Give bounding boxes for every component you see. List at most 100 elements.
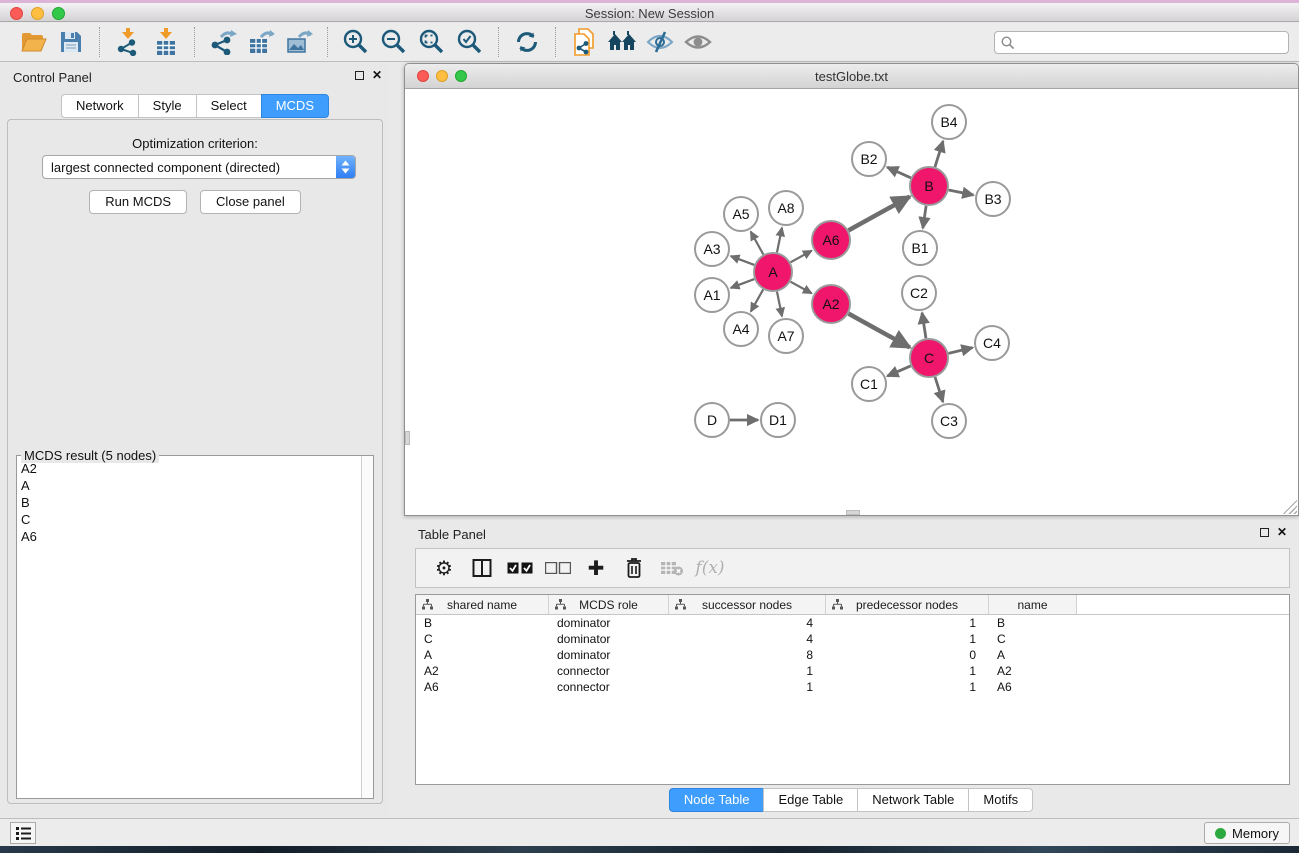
graph-node-A8[interactable]: A8 [769,191,803,225]
table-cell[interactable]: 8 [669,647,826,663]
table-cell[interactable]: A6 [416,679,549,695]
graph-node-A5[interactable]: A5 [724,197,758,231]
network-graph[interactable]: AA1A3A4A5A7A8A6A2BB1B2B3B4CC1C2C3C4DD1 [406,90,1297,515]
show-graphics-eye-icon[interactable] [679,26,717,58]
graph-node-A7[interactable]: A7 [769,319,803,353]
table-cell[interactable]: B [416,615,549,631]
table-cell[interactable]: 1 [669,663,826,679]
table-cell[interactable]: 1 [826,663,989,679]
resize-grip-icon[interactable] [1283,500,1297,514]
close-panel-icon[interactable]: ✕ [372,70,382,81]
table-row[interactable]: A6connector11A6 [416,679,1289,695]
refresh-view-icon[interactable] [508,26,546,58]
tab-style[interactable]: Style [138,94,196,118]
graph-node-A1[interactable]: A1 [695,278,729,312]
graph-edge-A-A4[interactable] [751,289,763,311]
select-all-columns-icon[interactable] [502,551,538,585]
tab-mcds[interactable]: MCDS [261,94,329,118]
graph-node-A6[interactable]: A6 [812,221,850,259]
table-cell[interactable]: A [989,647,1077,663]
hide-graphics-eye-icon[interactable] [641,26,679,58]
graph-node-B3[interactable]: B3 [976,182,1010,216]
memory-button[interactable]: Memory [1204,822,1290,844]
graph-edge-B-B1[interactable] [923,206,926,228]
graph-edge-B-B3[interactable] [949,190,974,195]
tab-network-table[interactable]: Network Table [857,788,968,812]
column-header-successor-nodes[interactable]: successor nodes [669,595,826,614]
table-cell[interactable]: dominator [549,615,669,631]
table-cell[interactable]: C [989,631,1077,647]
tab-motifs[interactable]: Motifs [968,788,1033,812]
graph-edge-A-A1[interactable] [731,279,755,288]
graph-node-B[interactable]: B [910,167,948,205]
graph-node-D[interactable]: D [695,403,729,437]
graph-node-D1[interactable]: D1 [761,403,795,437]
zoom-in-icon[interactable] [337,26,375,58]
import-network-icon[interactable] [109,26,147,58]
graph-edge-C-C3[interactable] [935,377,943,402]
graph-node-C3[interactable]: C3 [932,404,966,438]
close-table-panel-icon[interactable]: ✕ [1277,527,1287,538]
graph-node-C1[interactable]: C1 [852,367,886,401]
float-panel-icon[interactable] [355,71,364,80]
search-field[interactable] [994,31,1289,54]
table-row[interactable]: Bdominator41B [416,615,1289,631]
export-network-icon[interactable] [204,26,242,58]
graph-edge-A-A7[interactable] [777,292,782,317]
table-cell[interactable]: dominator [549,631,669,647]
graph-edge-C-C2[interactable] [922,313,926,338]
column-header-name[interactable]: name [989,595,1077,614]
result-scrollbar[interactable] [361,456,373,798]
table-settings-gear-icon[interactable]: ⚙ [426,551,462,585]
delete-column-trash-icon[interactable] [616,551,652,585]
table-cell[interactable]: A6 [989,679,1077,695]
export-table-icon[interactable] [242,26,280,58]
graph-node-C[interactable]: C [910,339,948,377]
criterion-dropdown[interactable]: largest connected component (directed) [42,155,356,179]
tab-node-table[interactable]: Node Table [669,788,764,812]
network-file-icon[interactable] [565,26,603,58]
table-cell[interactable]: 1 [669,679,826,695]
zoom-selected-icon[interactable] [451,26,489,58]
zoom-fit-icon[interactable] [413,26,451,58]
network-canvas[interactable]: AA1A3A4A5A7A8A6A2BB1B2B3B4CC1C2C3C4DD1 [406,90,1297,515]
table-cell[interactable]: 1 [826,631,989,647]
graph-node-B2[interactable]: B2 [852,142,886,176]
close-panel-button[interactable]: Close panel [200,190,301,214]
graph-edge-A-A5[interactable] [751,232,764,255]
graph-node-A3[interactable]: A3 [695,232,729,266]
table-row[interactable]: A2connector11A2 [416,663,1289,679]
graph-node-C2[interactable]: C2 [902,276,936,310]
graph-node-B1[interactable]: B1 [903,231,937,265]
graph-node-A4[interactable]: A4 [724,312,758,346]
result-item[interactable]: A2 [17,460,361,477]
run-mcds-button[interactable]: Run MCDS [89,190,187,214]
table-cell[interactable]: A [416,647,549,663]
network-window-titlebar[interactable]: testGlobe.txt [405,64,1298,89]
graph-edge-C-C1[interactable] [887,366,910,376]
search-input[interactable] [1019,33,1288,52]
deselect-all-columns-icon[interactable] [540,551,576,585]
table-cell[interactable]: connector [549,663,669,679]
table-cell[interactable]: dominator [549,647,669,663]
open-session-icon[interactable] [14,26,52,58]
table-cell[interactable]: A2 [416,663,549,679]
graph-node-A[interactable]: A [754,253,792,291]
tab-select[interactable]: Select [196,94,261,118]
table-row[interactable]: Cdominator41C [416,631,1289,647]
graph-edge-A-A2[interactable] [791,282,812,294]
float-table-panel-icon[interactable] [1260,528,1269,537]
graph-edge-A6-B[interactable] [849,197,910,231]
result-item[interactable]: A6 [17,528,361,545]
table-cell[interactable]: B [989,615,1077,631]
task-history-button[interactable] [10,822,36,844]
tab-edge-table[interactable]: Edge Table [763,788,857,812]
table-cell[interactable]: 1 [826,679,989,695]
vertical-scroll-thumb[interactable] [405,431,410,445]
table-cell[interactable]: A2 [989,663,1077,679]
show-columns-icon[interactable] [464,551,500,585]
column-header-mcds-role[interactable]: MCDS role [549,595,669,614]
export-image-icon[interactable] [280,26,318,58]
result-item[interactable]: C [17,511,361,528]
graph-node-A2[interactable]: A2 [812,285,850,323]
